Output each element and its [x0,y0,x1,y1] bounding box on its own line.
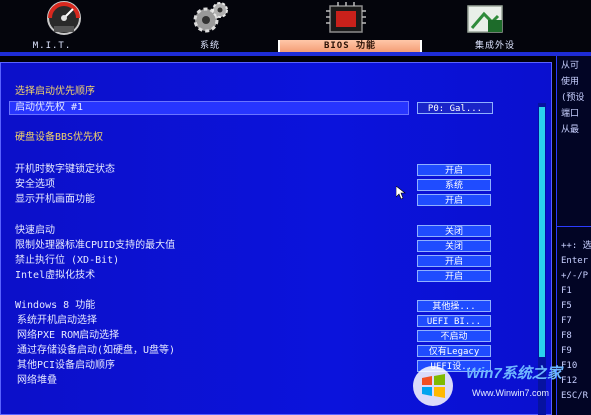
speedometer-icon[interactable] [40,0,88,38]
hdd-bbs-priority-item[interactable]: 硬盘设备BBS优先权 [15,131,103,144]
help-text-line: 从最 [561,125,580,135]
boot-priority-heading: 选择启动优先顺序 [15,86,95,97]
help-text-line: 使用 [561,77,580,87]
key-hint: F10 [561,361,578,371]
help-text-line: 从可 [561,61,580,71]
pci-boot-order-label: 其他PCI设备启动顺序 [17,360,116,371]
mouse-cursor-icon [396,186,406,200]
gears-icon[interactable] [186,0,234,38]
pxe-rom-label: 网络PXE ROM启动选择 [17,330,120,341]
security-option-label: 安全选项 [15,179,55,190]
peripherals-icon[interactable] [462,0,510,38]
boot-logo-label: 显示开机画面功能 [15,194,95,205]
xd-bit-label: 禁止执行位 (XD-Bit) [15,255,120,266]
key-hint: F8 [561,331,572,341]
intel-vt-value[interactable]: 开启 [417,270,491,282]
network-stack-label: 网络堆叠 [17,375,57,386]
key-hint: F12 [561,376,578,386]
windows8-features-label: Windows 8 功能 [15,300,96,311]
watermark-url: Www.Winwin7.com [472,388,550,398]
boot-mode-value[interactable]: UEFI BI... [417,315,491,327]
key-hint: ++: 选 [561,241,591,251]
boot-option-1-value[interactable]: P0: Gal... [417,102,493,114]
key-hint: F1 [561,286,572,296]
boot-option-1-label[interactable]: 启动优先权 #1 [15,101,83,114]
numlock-state-value[interactable]: 开启 [417,164,491,176]
bios-screen: M.I.T. 系统 BIOS 功能 集成外设 选择启动优先顺序 启动优先权 #1… [0,0,591,415]
tab-mit-label: M.I.T. [32,41,72,51]
key-hint: F7 [561,316,572,326]
key-hint: F5 [561,301,572,311]
cpuid-limit-label: 限制处理器标准CPUID支持的最大值 [15,240,176,251]
cpuid-limit-value[interactable]: 关闭 [417,240,491,252]
boot-logo-value[interactable]: 开启 [417,194,491,206]
watermark-brand: Win7系统之家 [466,365,562,382]
storage-boot-value[interactable]: 仅有Legacy [417,345,491,357]
windows8-features-value[interactable]: 其他操... [417,300,491,312]
tab-system-label: 系统 [199,41,220,51]
intel-vt-label: Intel虚拟化技术 [15,270,96,281]
xd-bit-value[interactable]: 开启 [417,255,491,267]
key-hint: Enter [561,256,589,266]
help-text-line: 端口 [561,109,580,119]
security-option-value[interactable]: 系统 [417,179,491,191]
tab-bios-features-label: BIOS 功能 [323,41,377,51]
key-hint: F9 [561,346,572,356]
fast-boot-label: 快速启动 [15,225,55,236]
chip-icon[interactable] [322,0,370,38]
storage-boot-label: 通过存储设备启动(如硬盘，U盘等) [17,345,176,356]
fast-boot-value[interactable]: 关闭 [417,225,491,237]
help-divider [557,226,591,227]
numlock-state-label: 开机时数字键锁定状态 [15,164,115,175]
scrollbar-thumb[interactable] [539,107,545,357]
key-hint: +/-/P [561,271,589,281]
pxe-rom-value[interactable]: 不启动 [417,330,491,342]
top-menu-bar: M.I.T. 系统 BIOS 功能 集成外设 [0,0,591,56]
tab-integrated-peripherals-label: 集成外设 [474,41,515,51]
help-text-line: (预设 [561,93,585,103]
boot-mode-label: 系统开机启动选择 [17,315,97,326]
tab-underline [0,52,591,56]
key-hint: ESC/R [561,391,589,401]
